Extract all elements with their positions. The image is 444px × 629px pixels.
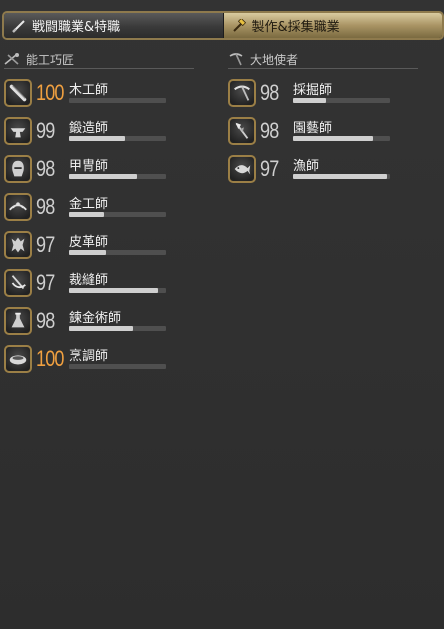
exp-bar <box>69 212 166 217</box>
tab-combat-label: 戦闘職業&特職 <box>32 20 121 35</box>
gatherers-header: 大地使者 <box>228 50 418 69</box>
job-level: 100 <box>36 346 64 371</box>
tab-combat[interactable]: 戦闘職業&特職 <box>4 13 223 38</box>
job-row-crafter-7[interactable]: 100 烹調師 <box>4 343 194 381</box>
leatherworker-hide-icon <box>4 231 32 259</box>
job-name: 鍛造師 <box>69 121 109 136</box>
exp-bar <box>69 364 166 369</box>
job-name: 採掘師 <box>293 83 333 98</box>
goldsmith-tiara-icon <box>4 193 32 221</box>
exp-bar-fill <box>293 98 326 103</box>
exp-bar-fill <box>69 250 106 255</box>
exp-bar-fill <box>293 136 373 141</box>
sword-icon <box>12 19 26 33</box>
tab-crafting-gathering-label: 製作&採集職業 <box>251 20 340 35</box>
weaver-thread-icon <box>4 269 32 297</box>
job-row-crafter-6[interactable]: 98 鍊金術師 <box>4 305 194 343</box>
job-row-gatherer-1[interactable]: 98 園藝師 <box>228 115 418 153</box>
class-job-window: 戦闘職業&特職 製作&採集職業 能工巧匠 100 木工師 99 鍛造師 98 甲冑師 98 金… <box>0 0 444 629</box>
job-name: 甲冑師 <box>69 159 109 174</box>
exp-bar <box>69 250 166 255</box>
job-name: 木工師 <box>69 83 109 98</box>
gatherers-section: 大地使者 98 採掘師 98 園藝師 97 漁師 <box>228 50 418 191</box>
job-level: 98 <box>36 308 55 333</box>
job-name: 烹調師 <box>69 349 109 364</box>
alchemist-flask-icon <box>4 307 32 335</box>
job-name: 裁縫師 <box>69 273 109 288</box>
job-level: 100 <box>36 80 64 105</box>
crafters-section: 能工巧匠 100 木工師 99 鍛造師 98 甲冑師 98 金工師 97 皮革師 97 裁縫師 98 鍊金… <box>4 50 194 381</box>
exp-bar <box>69 136 166 141</box>
job-level: 99 <box>36 118 55 143</box>
exp-bar <box>293 136 390 141</box>
exp-bar <box>69 288 166 293</box>
carpenter-saw-icon <box>4 79 32 107</box>
crafting-tools-icon <box>4 52 22 66</box>
tab-bar: 戦闘職業&特職 製作&採集職業 <box>2 11 444 40</box>
job-row-crafter-4[interactable]: 97 皮革師 <box>4 229 194 267</box>
exp-bar-fill <box>69 212 104 217</box>
culinarian-pot-icon <box>4 345 32 373</box>
job-name: 園藝師 <box>293 121 333 136</box>
job-level: 98 <box>36 194 55 219</box>
gatherers-header-label: 大地使者 <box>250 52 299 67</box>
job-row-crafter-2[interactable]: 98 甲冑師 <box>4 153 194 191</box>
job-row-crafter-1[interactable]: 99 鍛造師 <box>4 115 194 153</box>
job-name: 鍊金術師 <box>69 311 122 326</box>
job-row-crafter-3[interactable]: 98 金工師 <box>4 191 194 229</box>
exp-bar <box>69 326 166 331</box>
exp-bar-fill <box>293 174 388 179</box>
exp-bar-fill <box>69 326 134 331</box>
job-name: 漁師 <box>293 159 320 174</box>
job-level: 98 <box>260 118 279 143</box>
job-name: 金工師 <box>69 197 109 212</box>
botanist-hatchet-icon <box>228 117 256 145</box>
tab-crafting-gathering[interactable]: 製作&採集職業 <box>222 13 442 38</box>
miner-pickaxe-icon <box>228 79 256 107</box>
gatherer-job-list: 98 採掘師 98 園藝師 97 漁師 <box>228 77 418 191</box>
job-level: 97 <box>36 232 55 257</box>
exp-bar <box>293 174 390 179</box>
blacksmith-anvil-icon <box>4 117 32 145</box>
hammer-icon <box>232 18 246 33</box>
exp-bar-fill <box>69 136 126 141</box>
fisher-fish-icon <box>228 155 256 183</box>
job-level: 97 <box>36 270 55 295</box>
job-row-gatherer-0[interactable]: 98 採掘師 <box>228 77 418 115</box>
armorer-helmet-icon <box>4 155 32 183</box>
crafter-job-list: 100 木工師 99 鍛造師 98 甲冑師 98 金工師 97 皮革師 97 裁縫師 98 鍊金術師 100… <box>4 77 194 381</box>
job-level: 97 <box>260 156 279 181</box>
exp-bar-fill <box>69 288 159 293</box>
exp-bar-fill <box>69 174 137 179</box>
exp-bar <box>69 98 166 103</box>
job-row-gatherer-2[interactable]: 97 漁師 <box>228 153 418 191</box>
crafters-header: 能工巧匠 <box>4 50 194 69</box>
exp-bar <box>293 98 390 103</box>
job-level: 98 <box>36 156 55 181</box>
exp-bar <box>69 174 166 179</box>
job-row-crafter-0[interactable]: 100 木工師 <box>4 77 194 115</box>
job-level: 98 <box>260 80 279 105</box>
crafters-header-label: 能工巧匠 <box>26 52 75 67</box>
gathering-tools-icon <box>228 52 246 66</box>
job-name: 皮革師 <box>69 235 109 250</box>
job-row-crafter-5[interactable]: 97 裁縫師 <box>4 267 194 305</box>
